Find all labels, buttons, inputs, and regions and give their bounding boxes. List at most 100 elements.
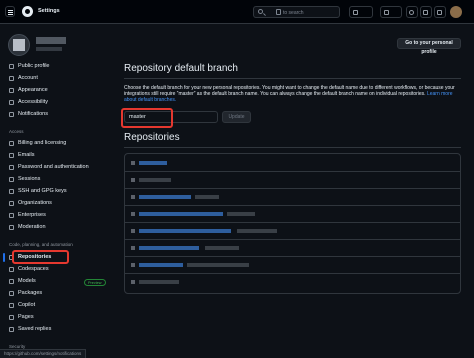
repo-name-redacted — [139, 246, 199, 250]
plus-icon — [384, 10, 389, 15]
gear-icon — [9, 76, 14, 81]
divider — [124, 78, 461, 79]
sidebar-item-copilot[interactable]: Copilot — [6, 300, 106, 311]
accessibility-icon — [9, 100, 14, 105]
pull-request-icon — [423, 10, 428, 15]
sidebar-item-repositories[interactable]: Repositories — [6, 252, 106, 263]
repo-icon — [131, 212, 135, 216]
browser-icon — [9, 315, 14, 320]
sidebar-section-access: Access — [9, 129, 24, 134]
sidebar-username-redacted — [36, 37, 66, 44]
sidebar-item-sessions[interactable]: Sessions — [6, 174, 106, 185]
package-icon — [9, 291, 14, 296]
list-item[interactable] — [125, 154, 460, 172]
copilot-icon — [353, 10, 358, 15]
reply-icon — [9, 327, 14, 332]
repo-name-redacted — [139, 229, 231, 233]
list-item[interactable] — [125, 239, 460, 257]
default-branch-description: Choose the default branch for your new p… — [124, 85, 455, 103]
bell-icon — [9, 112, 14, 117]
list-item[interactable] — [125, 171, 460, 189]
repo-icon — [131, 178, 135, 182]
github-logo-icon[interactable] — [22, 6, 33, 17]
repo-icon — [131, 263, 135, 267]
repo-icon — [131, 195, 135, 199]
copilot-button[interactable] — [349, 6, 373, 18]
repo-icon — [131, 246, 135, 250]
sidebar-item-public-profile[interactable]: Public profile — [6, 61, 106, 72]
sidebar-item-saved-replies[interactable]: Saved replies — [6, 324, 106, 335]
broadcast-icon — [9, 177, 14, 182]
shield-lock-icon — [9, 165, 14, 170]
hamburger-menu-icon[interactable] — [5, 6, 15, 17]
list-item[interactable] — [125, 222, 460, 240]
person-icon — [9, 64, 14, 69]
sidebar-item-organizations[interactable]: Organizations — [6, 198, 106, 209]
divider — [124, 147, 461, 148]
list-item[interactable] — [125, 273, 460, 291]
repo-name-redacted — [139, 195, 191, 199]
sidebar-item-codespaces[interactable]: Codespaces — [6, 264, 106, 275]
sidebar-avatar — [8, 34, 30, 56]
top-header: Settings to search — [0, 0, 474, 24]
default-branch-heading: Repository default branch — [124, 63, 238, 74]
notifications-button[interactable] — [434, 6, 446, 18]
repo-icon — [9, 255, 14, 260]
list-item[interactable] — [125, 188, 460, 206]
sidebar-account-type-redacted — [36, 47, 62, 51]
repo-name-redacted — [139, 161, 167, 165]
repo-name-redacted — [139, 280, 179, 284]
inbox-icon — [437, 10, 442, 15]
sidebar-item-password[interactable]: Password and authentication — [6, 162, 106, 173]
search-input[interactable]: to search — [253, 6, 340, 18]
repo-icon — [131, 229, 135, 233]
key-icon — [9, 189, 14, 194]
issue-icon — [409, 10, 414, 15]
page-title[interactable]: Settings — [38, 8, 60, 14]
repositories-list — [124, 153, 461, 294]
sidebar-section-code: Code, planning, and automation — [9, 242, 73, 247]
organization-icon — [9, 201, 14, 206]
status-bar-url: https://github.com/settings/notification… — [0, 349, 87, 358]
repo-meta-redacted — [237, 229, 277, 233]
sidebar-item-enterprises[interactable]: Enterprises — [6, 210, 106, 221]
repo-meta-redacted — [227, 212, 255, 216]
sidebar-item-account[interactable]: Account — [6, 73, 106, 84]
repo-icon — [131, 161, 135, 165]
sidebar-item-emails[interactable]: Emails — [6, 150, 106, 161]
repo-meta-redacted — [187, 263, 249, 267]
report-icon — [9, 225, 14, 230]
sidebar-item-pages[interactable]: Pages — [6, 312, 106, 323]
repo-name-redacted — [139, 212, 223, 216]
create-new-button[interactable] — [380, 6, 402, 18]
user-avatar[interactable] — [450, 6, 462, 18]
credit-card-icon — [9, 141, 14, 146]
search-icon — [258, 9, 263, 14]
sidebar-item-notifications[interactable]: Notifications — [6, 109, 106, 120]
list-item[interactable] — [125, 205, 460, 223]
sidebar-item-moderation[interactable]: Moderation — [6, 222, 106, 233]
ai-model-icon — [9, 279, 14, 284]
sidebar-item-appearance[interactable]: Appearance — [6, 85, 106, 96]
list-item[interactable] — [125, 256, 460, 274]
active-indicator — [3, 253, 5, 262]
slash-key-icon — [276, 9, 281, 15]
codespaces-icon — [9, 267, 14, 272]
search-placeholder: to search — [283, 10, 304, 16]
repo-name-redacted — [139, 178, 171, 182]
mail-icon — [9, 153, 14, 158]
sidebar-item-packages[interactable]: Packages — [6, 288, 106, 299]
repositories-heading: Repositories — [124, 132, 180, 143]
copilot-icon — [9, 303, 14, 308]
globe-icon — [9, 213, 14, 218]
update-button[interactable]: Update — [222, 111, 251, 123]
default-branch-input[interactable] — [124, 111, 218, 123]
sidebar-item-billing[interactable]: Billing and licensing — [6, 138, 106, 149]
sidebar-item-ssh-gpg[interactable]: SSH and GPG keys — [6, 186, 106, 197]
issues-button[interactable] — [406, 6, 418, 18]
repo-name-redacted — [139, 263, 183, 267]
pull-requests-button[interactable] — [420, 6, 432, 18]
repo-icon — [131, 280, 135, 284]
sidebar-item-accessibility[interactable]: Accessibility — [6, 97, 106, 108]
go-to-personal-profile-button[interactable]: Go to your personal profile — [397, 38, 461, 55]
